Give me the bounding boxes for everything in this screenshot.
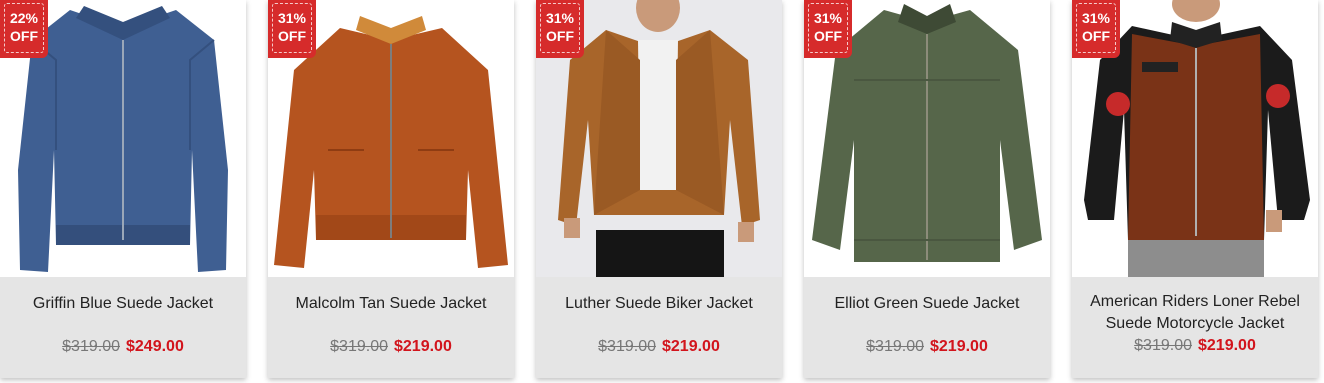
original-price: $319.00 — [866, 338, 924, 355]
discount-percent: 31% — [545, 10, 575, 26]
product-card-elliot[interactable]: 31% OFF Elliot Green Suede Jacket $319.0… — [804, 0, 1050, 378]
product-info: American Riders Loner Rebel Suede Motorc… — [1072, 277, 1318, 378]
discount-badge: 31% OFF — [804, 0, 852, 58]
product-info: Elliot Green Suede Jacket $319.00 $219.00 — [804, 277, 1050, 378]
product-card-griffin[interactable]: 22% OFF Griffin Blue Suede Jacket $319.0… — [0, 0, 246, 378]
discount-badge: 31% OFF — [536, 0, 584, 58]
discount-badge: 31% OFF — [1072, 0, 1120, 58]
discount-off-label: OFF — [10, 28, 38, 44]
sale-price: $219.00 — [930, 338, 988, 355]
discount-percent: 31% — [277, 10, 307, 26]
sale-price: $219.00 — [1198, 337, 1256, 354]
sale-price: $219.00 — [662, 338, 720, 355]
product-name[interactable]: Luther Suede Biker Jacket — [544, 293, 774, 315]
product-info: Griffin Blue Suede Jacket $319.00 $249.00 — [0, 277, 246, 378]
price-row: $319.00 $219.00 — [804, 337, 1050, 357]
product-name[interactable]: Elliot Green Suede Jacket — [812, 293, 1042, 315]
product-card-malcolm[interactable]: 31% OFF Malcolm Tan Suede Jacket $319.00… — [268, 0, 514, 378]
original-price: $319.00 — [62, 338, 120, 355]
product-grid: 22% OFF Griffin Blue Suede Jacket $319.0… — [0, 0, 1324, 383]
original-price: $319.00 — [330, 338, 388, 355]
price-row: $319.00 $219.00 — [536, 337, 782, 357]
discount-badge: 22% OFF — [0, 0, 48, 58]
product-name[interactable]: Griffin Blue Suede Jacket — [8, 293, 238, 315]
discount-percent: 31% — [1081, 10, 1111, 26]
product-card-american-riders[interactable]: 31% OFF American Riders Loner Rebel Sued… — [1072, 0, 1318, 378]
price-row: $319.00 $249.00 — [0, 337, 246, 357]
discount-percent: 22% — [9, 10, 39, 26]
sale-price: $249.00 — [126, 338, 184, 355]
product-name[interactable]: Malcolm Tan Suede Jacket — [276, 293, 506, 315]
original-price: $319.00 — [598, 338, 656, 355]
price-row: $319.00 $219.00 — [268, 337, 514, 357]
price-row: $319.00 $219.00 — [1072, 336, 1318, 356]
discount-off-label: OFF — [546, 28, 574, 44]
product-info: Malcolm Tan Suede Jacket $319.00 $219.00 — [268, 277, 514, 378]
product-card-luther[interactable]: 31% OFF Luther Suede Biker Jacket $319.0… — [536, 0, 782, 378]
discount-off-label: OFF — [814, 28, 842, 44]
discount-percent: 31% — [813, 10, 843, 26]
discount-badge: 31% OFF — [268, 0, 316, 58]
sale-price: $219.00 — [394, 338, 452, 355]
discount-off-label: OFF — [1082, 28, 1110, 44]
product-name[interactable]: American Riders Loner Rebel Suede Motorc… — [1080, 291, 1310, 335]
discount-off-label: OFF — [278, 28, 306, 44]
original-price: $319.00 — [1134, 337, 1192, 354]
product-info: Luther Suede Biker Jacket $319.00 $219.00 — [536, 277, 782, 378]
